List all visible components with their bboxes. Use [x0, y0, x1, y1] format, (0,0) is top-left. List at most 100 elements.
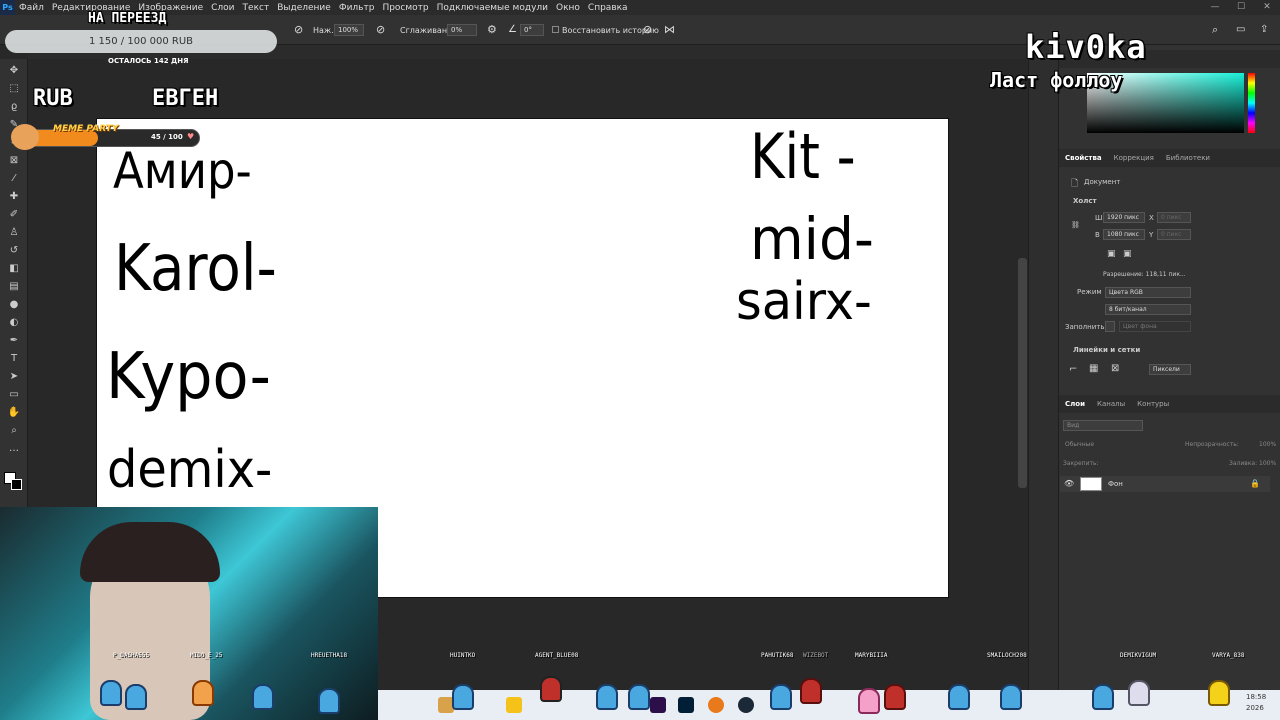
- tab-paths[interactable]: Контуры: [1131, 400, 1175, 408]
- menu-file[interactable]: Файл: [15, 3, 48, 13]
- canvas-text-amir: Амир-: [113, 142, 252, 200]
- brush-angle-icon[interactable]: ⊘: [294, 23, 303, 36]
- history-checkbox[interactable]: [552, 26, 559, 33]
- angle-input[interactable]: 0°: [520, 24, 544, 36]
- orientation-landscape-icon[interactable]: ▣: [1123, 249, 1132, 259]
- tab-properties[interactable]: Свойства: [1059, 154, 1108, 162]
- orientation-portrait-icon[interactable]: ▣: [1107, 249, 1116, 259]
- lasso-tool-icon[interactable]: ϱ: [7, 100, 21, 114]
- canvas-text-karol: Karol-: [114, 232, 277, 306]
- more-tools-icon[interactable]: …: [7, 442, 21, 456]
- right-panel: Свойства Коррекция Библиотеки 🗋 Документ…: [1058, 45, 1280, 690]
- x-field[interactable]: 0 пикс: [1157, 212, 1191, 223]
- fill-checkbox[interactable]: [1105, 321, 1115, 332]
- menu-select[interactable]: Выделение: [273, 3, 335, 13]
- viewer-nick: WIZEBOT: [803, 652, 829, 659]
- path-select-icon[interactable]: ➤: [7, 370, 21, 384]
- layer-row[interactable]: 👁 Фон 🔒: [1060, 476, 1270, 492]
- dodge-tool-icon[interactable]: ◐: [7, 316, 21, 330]
- close-icon[interactable]: ✕: [1254, 0, 1280, 15]
- workspace-icon[interactable]: ▭: [1236, 24, 1245, 35]
- overlay-rub: RUB: [33, 86, 73, 111]
- viewer-sprite: [540, 676, 562, 702]
- eraser-tool-icon[interactable]: ◧: [7, 262, 21, 276]
- smoothing-input[interactable]: 0%: [447, 24, 477, 36]
- viewer-nick: PAHUTIK68: [761, 652, 794, 659]
- zoom-tool-icon[interactable]: ⌕: [7, 424, 21, 438]
- history-brush-icon[interactable]: ↺: [7, 244, 21, 258]
- y-field[interactable]: 0 пикс: [1157, 229, 1191, 240]
- frame-tool-icon[interactable]: ⊠: [7, 154, 21, 168]
- airbrush-icon[interactable]: ⊘: [376, 23, 385, 36]
- menu-layers[interactable]: Слои: [207, 3, 238, 13]
- viewer-sprite: [1208, 680, 1230, 706]
- tab-channels[interactable]: Каналы: [1091, 400, 1131, 408]
- grid-icon[interactable]: ▦: [1089, 363, 1098, 374]
- width-field[interactable]: 1920 пикс: [1103, 212, 1145, 223]
- pen-tool-icon[interactable]: ✒: [7, 334, 21, 348]
- menu-filter[interactable]: Фильтр: [335, 3, 379, 13]
- share-icon[interactable]: ⇪: [1260, 24, 1268, 35]
- layer-search-input[interactable]: Вид: [1063, 420, 1143, 431]
- canvas-section-title[interactable]: Холст: [1073, 197, 1097, 205]
- fill-opacity-value[interactable]: 100%: [1259, 460, 1276, 467]
- marquee-tool-icon[interactable]: ⬚: [7, 82, 21, 96]
- minimize-icon[interactable]: —: [1202, 0, 1228, 15]
- viewer-nick: VARYA_838: [1212, 652, 1245, 659]
- pressure-icon[interactable]: ⊘: [643, 23, 652, 36]
- hue-slider[interactable]: [1248, 73, 1255, 133]
- tab-libraries[interactable]: Библиотеки: [1160, 154, 1216, 162]
- butterfly-icon[interactable]: ⋈: [664, 23, 675, 36]
- height-field[interactable]: 1080 пикс: [1103, 229, 1145, 240]
- gear-icon[interactable]: ⚙: [487, 23, 497, 36]
- move-tool-icon[interactable]: ✥: [7, 64, 21, 78]
- browser-icon[interactable]: [708, 697, 724, 713]
- fill-select[interactable]: Цвет фона: [1119, 321, 1191, 332]
- resolution-text: Разрешение: 118,11 пик...: [1103, 271, 1186, 278]
- menu-plugins[interactable]: Подключаемые модули: [433, 3, 552, 13]
- blend-mode-select[interactable]: Обычные: [1065, 441, 1094, 448]
- brush-tool-icon[interactable]: ✐: [7, 208, 21, 222]
- guides-icon[interactable]: ⊠: [1111, 363, 1119, 374]
- meme-party-bar: MEME PARTY 45 / 100 ♥: [11, 124, 200, 150]
- maximize-icon[interactable]: ☐: [1228, 0, 1254, 15]
- bits-select[interactable]: 8 бит/канал: [1105, 304, 1191, 315]
- vertical-scrollbar[interactable]: [1018, 258, 1027, 488]
- tab-layers[interactable]: Слои: [1059, 400, 1091, 408]
- link-icon[interactable]: ⛓: [1071, 221, 1080, 229]
- menu-view[interactable]: Просмотр: [378, 3, 432, 13]
- document-icon: 🗋: [1071, 179, 1079, 189]
- eye-icon[interactable]: 👁: [1064, 479, 1074, 488]
- steam-icon[interactable]: [738, 697, 754, 713]
- viewer-sprite: [628, 684, 650, 710]
- search-icon[interactable]: ⌕: [1212, 23, 1218, 37]
- blur-tool-icon[interactable]: ●: [7, 298, 21, 312]
- lock-icon: 🔒: [1250, 479, 1260, 488]
- fill-opacity-label: Заливка:: [1229, 460, 1258, 467]
- type-tool-icon[interactable]: T: [7, 352, 21, 366]
- photoshop-taskbar-icon[interactable]: [678, 697, 694, 713]
- ruler-icon[interactable]: ⌐: [1069, 364, 1077, 375]
- background-color-swatch[interactable]: [11, 479, 22, 490]
- opacity-value[interactable]: 100%: [1259, 441, 1276, 448]
- after-effects-icon[interactable]: [650, 697, 666, 713]
- units-select[interactable]: Пиксели: [1149, 364, 1191, 375]
- rulers-section-title[interactable]: Линейки и сетки: [1073, 346, 1140, 354]
- menu-type[interactable]: Текст: [239, 3, 274, 13]
- tab-adjustments[interactable]: Коррекция: [1108, 154, 1160, 162]
- viewer-nick: AGENT_BLUE08: [535, 652, 579, 659]
- viewer-sprite: [192, 680, 214, 706]
- layers-tabs: Слои Каналы Контуры: [1059, 395, 1280, 413]
- folder-icon[interactable]: [506, 697, 522, 713]
- healing-brush-icon[interactable]: ✚: [7, 190, 21, 204]
- hand-tool-icon[interactable]: ✋: [7, 406, 21, 420]
- gradient-tool-icon[interactable]: ▤: [7, 280, 21, 294]
- height-label: В: [1095, 231, 1100, 239]
- stamp-tool-icon[interactable]: ♙: [7, 226, 21, 240]
- eyedropper-icon[interactable]: ⁄: [7, 172, 21, 186]
- menu-help[interactable]: Справка: [584, 3, 632, 13]
- menu-window[interactable]: Окно: [552, 3, 584, 13]
- mode-select[interactable]: Цвета RGB: [1105, 287, 1191, 298]
- shape-tool-icon[interactable]: ▭: [7, 388, 21, 402]
- flow-input[interactable]: 100%: [334, 24, 364, 36]
